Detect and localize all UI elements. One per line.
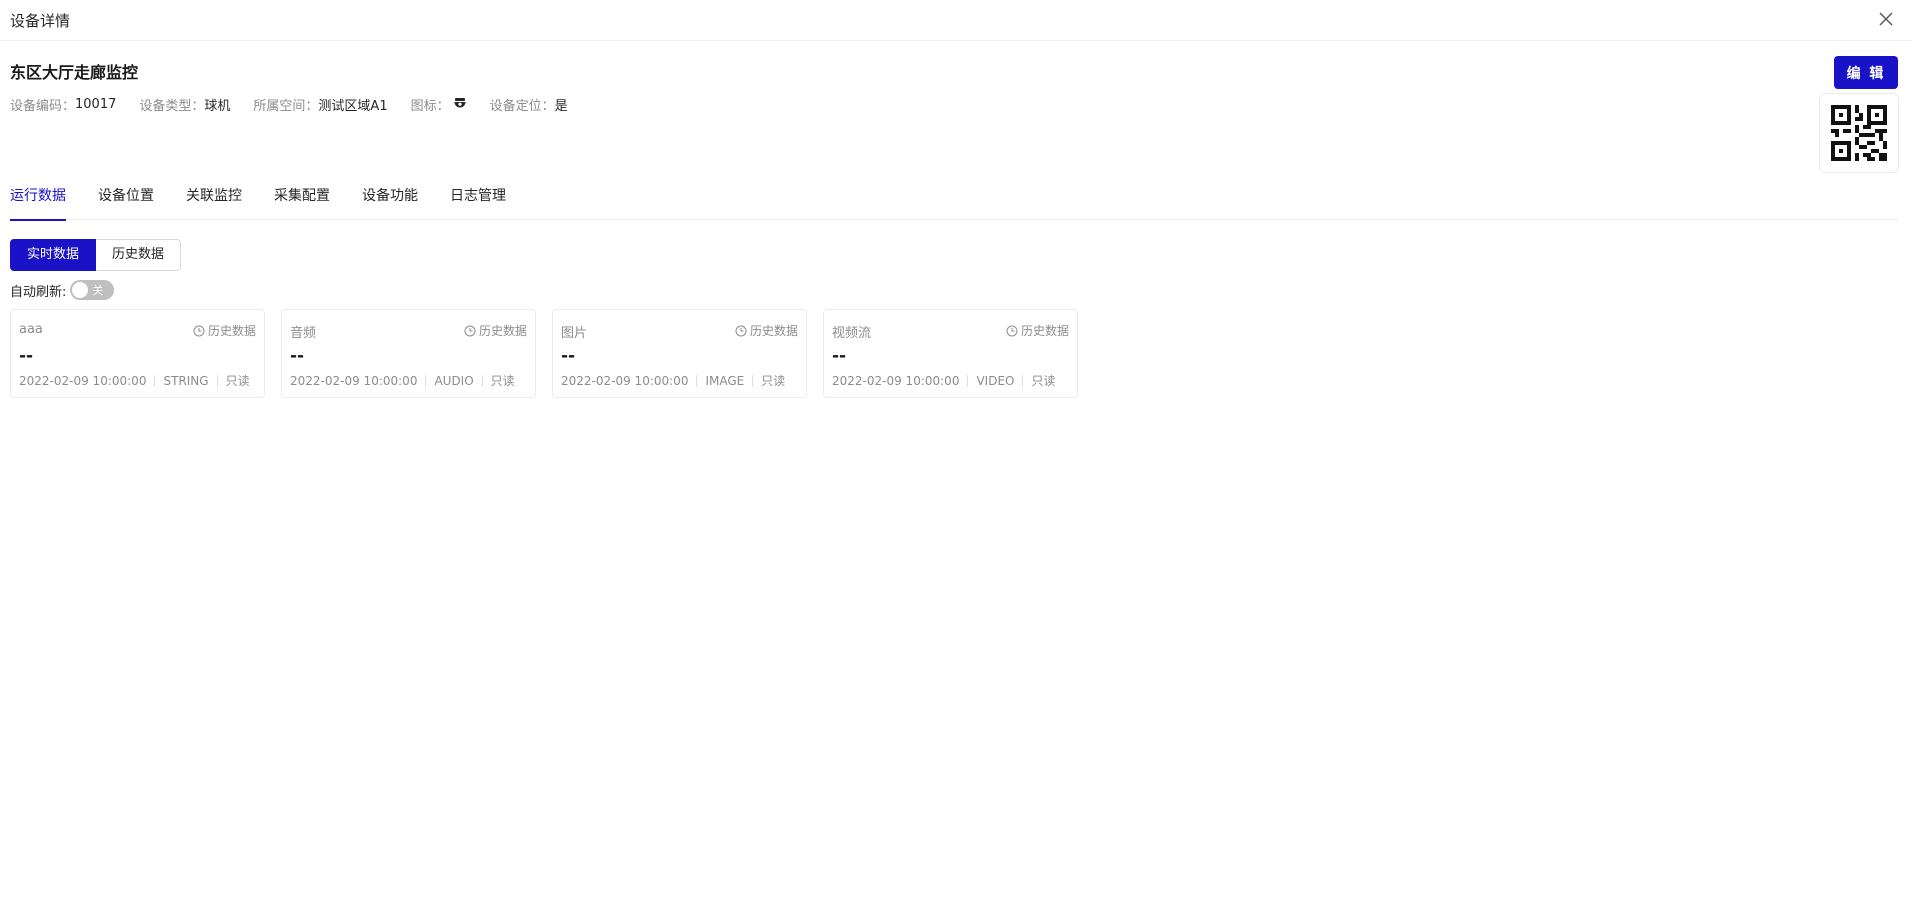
panel-header: 设备详情 <box>0 0 1913 41</box>
toggle-text: 关 <box>92 284 104 297</box>
meta-device-type: 设备类型： 球机 <box>139 95 230 114</box>
card-time: 2022-02-09 10:00:00 <box>832 373 960 388</box>
card-time: 2022-02-09 10:00:00 <box>19 373 147 388</box>
divider <box>425 374 427 387</box>
card-history-link[interactable]: 历史数据 <box>735 322 798 339</box>
meta-device-code: 设备编码： 10017 <box>10 95 116 114</box>
divider <box>481 374 483 387</box>
meta-value: 10017 <box>75 96 117 112</box>
close-icon[interactable] <box>1877 10 1895 28</box>
card-time: 2022-02-09 10:00:00 <box>290 373 418 388</box>
card-name: 视频流 <box>832 326 872 341</box>
auto-refresh-toggle[interactable]: 关 <box>70 280 115 300</box>
meta-label: 设备定位： <box>489 98 555 114</box>
meta-value: 是 <box>554 98 568 114</box>
data-card: 音频 历史数据 -- 2022-02-09 10:00:00 AUDIO 只读 <box>281 309 536 398</box>
toggle-knob <box>72 282 89 298</box>
divider <box>696 374 698 387</box>
divider <box>1022 374 1024 387</box>
meta-label: 设备类型： <box>139 98 205 114</box>
meta-label: 设备编码： <box>10 98 76 114</box>
qr-code[interactable] <box>1819 93 1899 173</box>
tab-linked-monitoring[interactable]: 关联监控 <box>186 184 242 220</box>
meta-locate: 设备定位： 是 <box>490 95 568 114</box>
clock-icon <box>464 325 476 336</box>
divider <box>752 374 754 387</box>
data-card: aaa 历史数据 -- 2022-02-09 10:00:00 STRING 只… <box>10 309 265 398</box>
card-history-label: 历史数据 <box>1020 324 1069 338</box>
card-footer: 2022-02-09 10:00:00 IMAGE 只读 <box>561 372 785 389</box>
meta-label: 图标： <box>410 98 450 114</box>
card-time: 2022-02-09 10:00:00 <box>561 373 689 388</box>
card-footer: 2022-02-09 10:00:00 STRING 只读 <box>19 372 250 389</box>
meta-icon: 图标： <box>411 95 467 114</box>
card-history-label: 历史数据 <box>478 324 527 338</box>
divider <box>967 374 969 387</box>
device-meta: 设备编码： 10017 设备类型： 球机 所属空间： 测试区域A1 图标： 设备… <box>10 95 591 114</box>
tab-runtime-data[interactable]: 运行数据 <box>10 184 66 221</box>
detail-tabs: 运行数据 设备位置 关联监控 采集配置 设备功能 日志管理 <box>10 184 1898 221</box>
meta-space: 所属空间： 测试区域A1 <box>253 95 387 114</box>
card-type: VIDEO <box>976 373 1015 388</box>
card-history-link[interactable]: 历史数据 <box>464 322 527 339</box>
card-type: IMAGE <box>705 373 745 388</box>
edit-button[interactable]: 编 辑 <box>1834 56 1898 89</box>
clock-icon <box>1006 325 1018 336</box>
meta-label: 所属空间： <box>253 98 319 114</box>
data-cards: aaa 历史数据 -- 2022-02-09 10:00:00 STRING 只… <box>10 309 1094 398</box>
data-mode-switch: 实时数据 历史数据 <box>10 239 182 271</box>
divider <box>154 374 156 387</box>
realtime-data-button[interactable]: 实时数据 <box>10 239 97 271</box>
tab-device-location[interactable]: 设备位置 <box>98 184 154 220</box>
card-value: -- <box>561 346 576 366</box>
card-footer: 2022-02-09 10:00:00 VIDEO 只读 <box>832 372 1055 389</box>
auto-refresh-label: 自动刷新: <box>10 284 67 300</box>
clock-icon <box>193 325 205 336</box>
card-history-label: 历史数据 <box>749 324 798 338</box>
card-access: 只读 <box>490 374 515 388</box>
card-type: STRING <box>163 373 209 388</box>
meta-value: 测试区域A1 <box>318 98 388 114</box>
card-type: AUDIO <box>434 373 474 388</box>
device-name: 东区大厅走廊监控 <box>10 63 139 82</box>
clock-icon <box>735 325 747 336</box>
divider <box>216 374 218 387</box>
card-name: 图片 <box>561 326 588 341</box>
card-access: 只读 <box>225 374 250 388</box>
card-name: 音频 <box>290 326 317 341</box>
card-access: 只读 <box>761 374 786 388</box>
card-value: -- <box>832 346 847 366</box>
data-card: 视频流 历史数据 -- 2022-02-09 10:00:00 VIDEO 只读 <box>823 309 1078 398</box>
card-value: -- <box>19 346 34 366</box>
tab-device-functions[interactable]: 设备功能 <box>362 184 418 220</box>
card-history-link[interactable]: 历史数据 <box>1006 322 1069 339</box>
panel-title: 设备详情 <box>10 12 71 30</box>
card-value: -- <box>290 346 305 366</box>
card-history-label: 历史数据 <box>207 324 256 338</box>
card-footer: 2022-02-09 10:00:00 AUDIO 只读 <box>290 372 515 389</box>
meta-value: 球机 <box>204 98 231 114</box>
device-detail-panel: 设备详情 东区大厅走廊监控 设备编码： 10017 设备类型： 球机 所属空间：… <box>0 0 1913 915</box>
card-access: 只读 <box>1031 374 1056 388</box>
tab-log-management[interactable]: 日志管理 <box>450 184 506 220</box>
dome-camera-icon <box>453 97 467 111</box>
card-history-link[interactable]: 历史数据 <box>193 322 256 339</box>
history-data-button[interactable]: 历史数据 <box>96 239 182 271</box>
card-name: aaa <box>19 322 43 337</box>
auto-refresh: 自动刷新: 关 <box>10 280 115 300</box>
tab-collection-config[interactable]: 采集配置 <box>274 184 330 220</box>
data-card: 图片 历史数据 -- 2022-02-09 10:00:00 IMAGE 只读 <box>552 309 807 398</box>
